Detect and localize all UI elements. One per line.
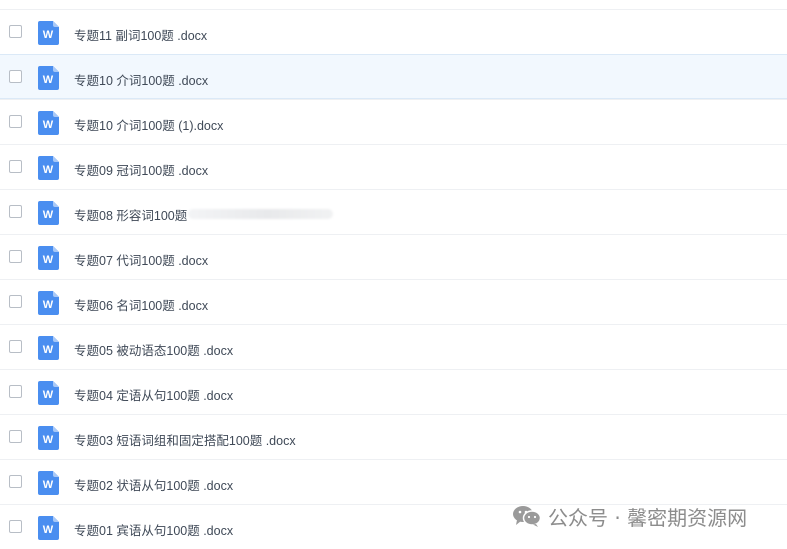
file-row[interactable]: W 专题04 定语从句100题 .docx [0, 369, 787, 414]
word-file-icon: W [38, 516, 59, 540]
file-name[interactable]: 专题10 介词100题 .docx [74, 70, 208, 89]
row-checkbox[interactable] [9, 295, 22, 308]
row-checkbox[interactable] [9, 160, 22, 173]
word-file-icon: W [38, 291, 59, 315]
row-checkbox[interactable] [9, 115, 22, 128]
word-file-icon: W [38, 381, 59, 405]
word-file-icon: W [38, 66, 59, 90]
svg-text:W: W [43, 119, 54, 131]
svg-text:W: W [43, 29, 54, 41]
svg-text:W: W [43, 74, 54, 86]
file-list: W 专题11 副词100题 .docx W 专题10 介词100题 .docx … [0, 9, 787, 549]
watermark: 公众号 · 馨密期资源网 [512, 504, 748, 530]
word-file-icon: W [38, 201, 59, 225]
file-name[interactable]: 专题01 宾语从句100题 .docx [74, 520, 233, 539]
row-checkbox[interactable] [9, 430, 22, 443]
file-row[interactable]: W 专题05 被动语态100题 .docx [0, 324, 787, 369]
row-checkbox[interactable] [9, 250, 22, 263]
row-checkbox[interactable] [9, 385, 22, 398]
file-name[interactable]: 专题09 冠词100题 .docx [74, 160, 208, 179]
word-file-icon: W [38, 21, 59, 45]
svg-text:W: W [43, 389, 54, 401]
row-checkbox[interactable] [9, 205, 22, 218]
svg-text:W: W [43, 299, 54, 311]
file-name[interactable]: 专题08 形容词100题 [74, 205, 187, 224]
file-row[interactable]: W 专题11 副词100题 .docx [0, 9, 787, 54]
file-row[interactable]: W 专题08 形容词100题 [0, 189, 787, 234]
file-name[interactable]: 专题10 介词100题 (1).docx [74, 115, 223, 134]
file-name[interactable]: 专题11 副词100题 .docx [74, 25, 207, 44]
row-checkbox[interactable] [9, 340, 22, 353]
svg-text:W: W [43, 479, 54, 491]
file-name[interactable]: 专题04 定语从句100题 .docx [74, 385, 233, 404]
file-name[interactable]: 专题05 被动语态100题 .docx [74, 340, 233, 359]
file-row[interactable]: W 专题03 短语词组和固定搭配100题 .docx [0, 414, 787, 459]
file-row[interactable]: W 专题07 代词100题 .docx [0, 234, 787, 279]
file-name[interactable]: 专题02 状语从句100题 .docx [74, 475, 233, 494]
file-name[interactable]: 专题07 代词100题 .docx [74, 250, 208, 269]
svg-text:W: W [43, 434, 54, 446]
obscured-text [188, 209, 333, 219]
row-checkbox[interactable] [9, 475, 22, 488]
row-checkbox[interactable] [9, 520, 22, 533]
svg-text:W: W [43, 524, 54, 536]
word-file-icon: W [38, 336, 59, 360]
row-checkbox[interactable] [9, 70, 22, 83]
svg-text:W: W [43, 209, 54, 221]
word-file-icon: W [38, 156, 59, 180]
file-row[interactable]: W 专题09 冠词100题 .docx [0, 144, 787, 189]
svg-text:W: W [43, 344, 54, 356]
watermark-text: 公众号 · 馨密期资源网 [548, 505, 748, 530]
file-row[interactable]: W 专题02 状语从句100题 .docx [0, 459, 787, 504]
word-file-icon: W [38, 471, 59, 495]
word-file-icon: W [38, 111, 59, 135]
file-row[interactable]: W 专题10 介词100题 .docx [0, 54, 787, 99]
file-row[interactable]: W 专题06 名词100题 .docx [0, 279, 787, 324]
word-file-icon: W [38, 246, 59, 270]
svg-text:W: W [43, 164, 54, 176]
svg-text:W: W [43, 254, 54, 266]
word-file-icon: W [38, 426, 59, 450]
file-name[interactable]: 专题03 短语词组和固定搭配100题 .docx [74, 430, 296, 449]
file-name[interactable]: 专题06 名词100题 .docx [74, 295, 208, 314]
wechat-icon [513, 506, 542, 527]
row-checkbox[interactable] [9, 25, 22, 38]
file-row[interactable]: W 专题10 介词100题 (1).docx [0, 99, 787, 144]
